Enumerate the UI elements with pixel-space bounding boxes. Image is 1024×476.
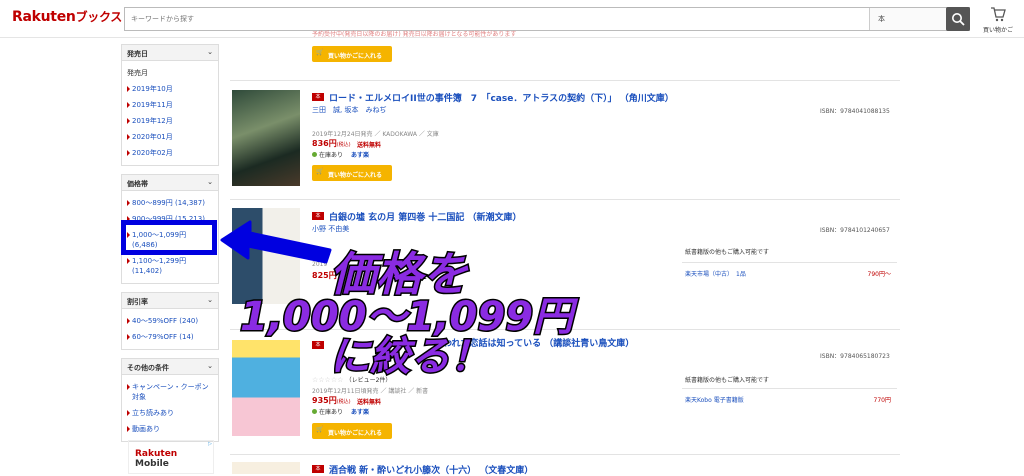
annotation-overlay: 価格を 1,000～1,099円 に絞る！ <box>220 220 581 382</box>
annotation-line-3: に絞る！ <box>330 334 490 380</box>
annotation-line-1: 価格を <box>330 247 469 301</box>
annotation-arrow <box>220 220 332 264</box>
